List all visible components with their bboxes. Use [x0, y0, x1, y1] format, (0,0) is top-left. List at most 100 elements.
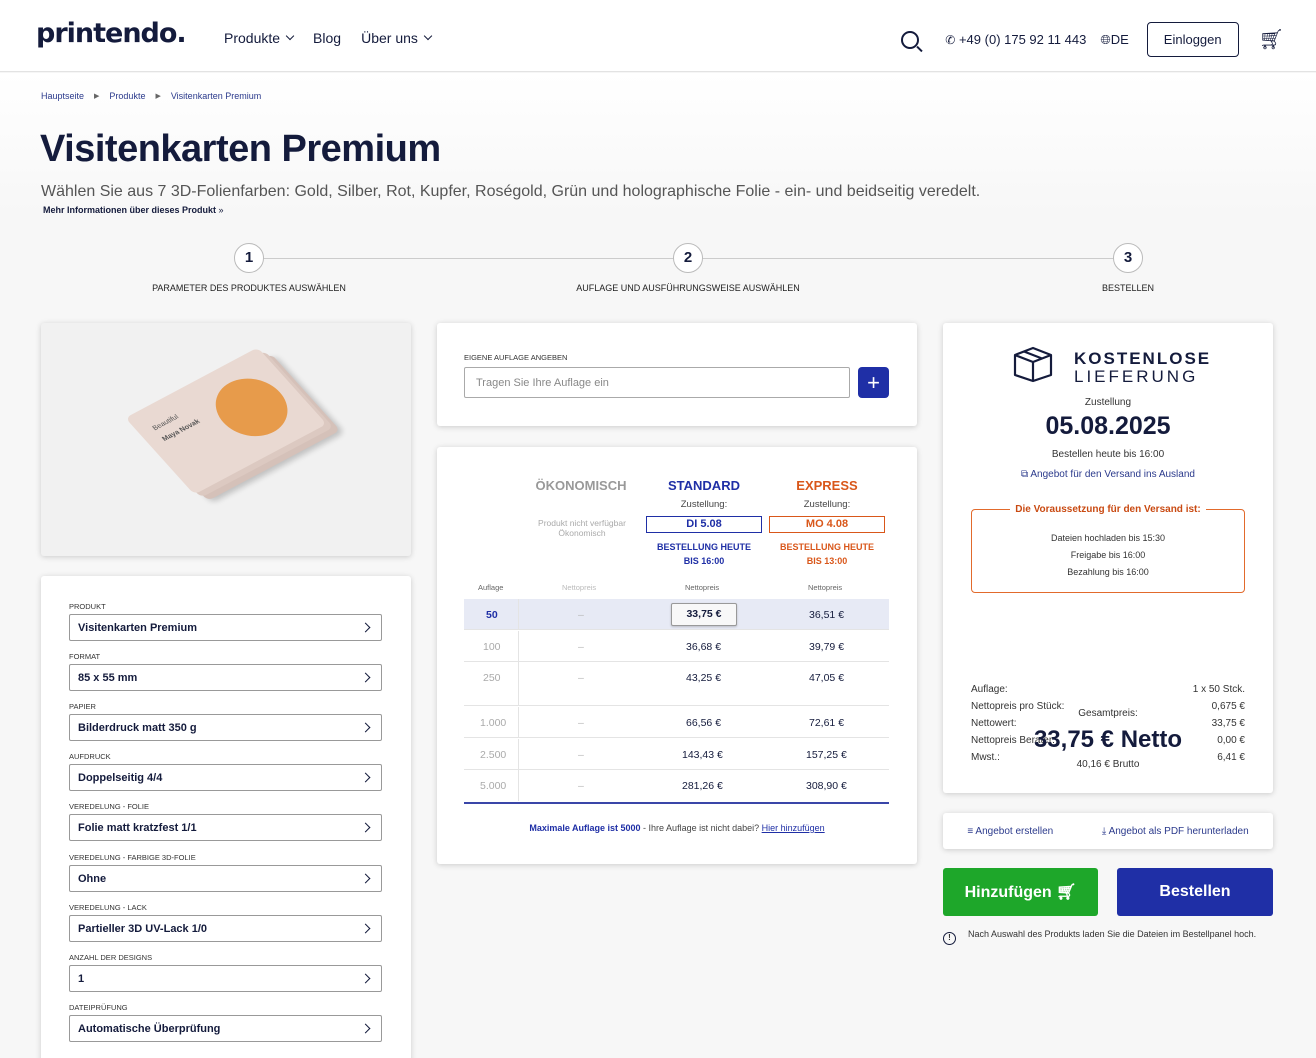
- phone-link[interactable]: ✆ +49 (0) 175 92 11 443: [945, 32, 1086, 47]
- offer-actions: ≡ Angebot erstellen ⤓ Angebot als PDF he…: [943, 813, 1273, 849]
- param-select[interactable]: Bilderdruck matt 350 g: [69, 714, 382, 741]
- table-row[interactable]: 2.500 – 143,43 € 157,25 €: [464, 739, 889, 770]
- chevron-right-icon: [360, 622, 371, 633]
- row-standard-price[interactable]: 36,68 €: [686, 641, 721, 653]
- login-button[interactable]: Einloggen: [1146, 22, 1239, 57]
- order-deadline: Bestellen heute bis 16:00: [1051, 449, 1165, 460]
- cart-icon[interactable]: 🛒︎: [1259, 27, 1284, 52]
- row-standard-price[interactable]: 281,26 €: [682, 780, 723, 792]
- row-standard-price[interactable]: 43,25 €: [686, 672, 721, 684]
- step-3: 3 BESTELLEN: [978, 243, 1278, 293]
- param-lack: VEREDELUNG - LACK Partieller 3D UV-Lack …: [69, 903, 382, 942]
- add-quantity-button[interactable]: +: [858, 367, 889, 398]
- language-switch[interactable]: 🌐︎DE: [1100, 32, 1128, 48]
- param-value: Doppelseitig 4/4: [78, 771, 163, 784]
- order-today-label: BESTELLUNG HEUTE: [656, 542, 751, 552]
- cart-icon: 🛒︎: [1056, 884, 1077, 901]
- param-value: Visitenkarten Premium: [78, 621, 198, 634]
- download-pdf-link[interactable]: ⤓ Angebot als PDF herunterladen: [1102, 826, 1249, 837]
- param-select[interactable]: Visitenkarten Premium: [69, 614, 382, 641]
- row-express-price[interactable]: 308,90 €: [806, 780, 847, 792]
- row-express-price[interactable]: 157,25 €: [806, 749, 847, 761]
- globe-icon: 🌐︎: [1100, 31, 1111, 47]
- param-aufdruck: AUFDRUCK Doppelseitig 4/4: [69, 752, 382, 791]
- row-divider: [518, 599, 519, 629]
- param-select[interactable]: Automatische Überprüfung: [69, 1015, 382, 1042]
- column-economic: ÖKONOMISCH: [521, 478, 641, 493]
- add-to-cart-button[interactable]: Hinzufügen 🛒︎: [943, 868, 1098, 916]
- breadcrumb-separator-icon: ▶: [94, 93, 100, 100]
- step-number: 3: [1113, 243, 1143, 273]
- param-select[interactable]: Ohne: [69, 865, 382, 892]
- download-pdf-label: Angebot als PDF herunterladen: [1108, 825, 1249, 837]
- step-label: BESTELLEN: [1101, 283, 1155, 293]
- row-divider: [518, 662, 519, 705]
- row-qty: 100: [483, 641, 501, 653]
- logo[interactable]: printendo.: [36, 18, 187, 49]
- param-label: VEREDELUNG - FOLIE: [69, 802, 150, 811]
- row-express-price[interactable]: 72,61 €: [809, 717, 844, 729]
- row-express-price[interactable]: 36,51 €: [809, 609, 844, 621]
- param-select[interactable]: 85 x 55 mm: [69, 664, 382, 691]
- table-row[interactable]: 50 – 33,75 € 36,51 €: [464, 599, 889, 630]
- nav-blog[interactable]: Blog: [313, 30, 341, 46]
- breadcrumb-current: Visitenkarten Premium: [170, 91, 262, 101]
- quantity-label: EIGENE AUFLAGE ANGEBEN: [464, 353, 568, 362]
- site-header: printendo. Produkte Blog Über uns ✆ +49 …: [0, 0, 1316, 72]
- row-eco-price: –: [578, 641, 584, 653]
- breadcrumb-products[interactable]: Produkte: [109, 91, 145, 101]
- summary-line-vat: Mwst.: 6,41 €: [971, 752, 1245, 763]
- row-divider: [518, 707, 519, 737]
- param-select[interactable]: Partieller 3D UV-Lack 1/0: [69, 915, 382, 942]
- quantity-input[interactable]: [464, 367, 850, 398]
- search-icon[interactable]: [901, 30, 920, 49]
- table-row[interactable]: 250 – 43,25 € 47,05 €: [464, 662, 889, 706]
- param-value: Bilderdruck matt 350 g: [78, 721, 197, 734]
- nav-blog-label: Blog: [313, 30, 342, 46]
- business-card-stack: Beautiful Maya Novak: [125, 347, 327, 495]
- param-label: FORMAT: [69, 652, 101, 661]
- param-label: PAPIER: [69, 702, 96, 711]
- table-row[interactable]: 1.000 – 66,56 € 72,61 €: [464, 707, 889, 738]
- param-papier: PAPIER Bilderdruck matt 350 g: [69, 702, 382, 741]
- step-label: AUFLAGE UND AUSFÜHRUNGSWEISE AUSWÄHLEN: [576, 283, 800, 293]
- nav-produkte[interactable]: Produkte: [224, 30, 295, 46]
- row-standard-price-selected[interactable]: 33,75 €: [671, 603, 737, 626]
- create-offer-link[interactable]: ≡ Angebot erstellen: [967, 826, 1053, 837]
- add-quantity-link[interactable]: Hier hinzufügen: [762, 823, 825, 833]
- table-row[interactable]: 5.000 – 281,26 € 308,90 €: [464, 770, 889, 801]
- param-3d-folie: VEREDELUNG - FARBIGE 3D-FOLIE Ohne: [69, 853, 382, 892]
- nav-ueber-uns[interactable]: Über uns: [361, 30, 433, 46]
- product-image: Beautiful Maya Novak: [41, 323, 411, 556]
- row-standard-price[interactable]: 66,56 €: [686, 717, 721, 729]
- breadcrumb: Hauptseite ▶ Produkte ▶ Visitenkarten Pr…: [41, 91, 261, 101]
- row-express-price[interactable]: 39,79 €: [809, 641, 844, 653]
- chevron-down-icon: [423, 31, 433, 41]
- param-label: PRODUKT: [69, 602, 106, 611]
- step-1: 1 PARAMETER DES PRODUKTES AUSWÄHLEN: [99, 243, 399, 293]
- param-select[interactable]: 1: [69, 965, 382, 992]
- param-select[interactable]: Doppelseitig 4/4: [69, 764, 382, 791]
- more-info-toggle[interactable]: Mehr Informationen über dieses Produkt »: [43, 205, 224, 215]
- param-select[interactable]: Folie matt kratzfest 1/1: [69, 814, 382, 841]
- order-button[interactable]: Bestellen: [1117, 868, 1273, 916]
- abroad-offer-link[interactable]: ⧉ Angebot für den Versand ins Ausland: [943, 469, 1273, 480]
- summary-value: 0,675 €: [1211, 701, 1245, 712]
- summary-value: 6,41 €: [1217, 752, 1245, 763]
- param-label: AUFDRUCK: [69, 752, 111, 761]
- row-standard-price[interactable]: 143,43 €: [682, 749, 723, 761]
- summary-value: 33,75 €: [1211, 718, 1245, 729]
- row-express-price[interactable]: 47,05 €: [809, 672, 844, 684]
- param-designs: ANZAHL DER DESIGNS 1: [69, 953, 382, 992]
- param-label: VEREDELUNG - FARBIGE 3D-FOLIE: [69, 853, 196, 862]
- column-title: ÖKONOMISCH: [535, 478, 627, 493]
- column-title: EXPRESS: [796, 478, 858, 493]
- table-row[interactable]: 100 – 36,68 € 39,79 €: [464, 631, 889, 662]
- free-title-line-2: LIEFERUNG: [1074, 367, 1199, 386]
- summary-line-qty: Auflage: 1 x 50 Stck.: [971, 684, 1245, 695]
- breadcrumb-home[interactable]: Hauptseite: [41, 91, 84, 101]
- column-express: EXPRESS Zustellung: MO 4.08 BESTELLUNG H…: [767, 478, 887, 568]
- column-delivery-label: Zustellung:: [803, 499, 851, 510]
- summary-key: Auflage:: [971, 684, 1008, 695]
- step-number: 1: [234, 243, 264, 273]
